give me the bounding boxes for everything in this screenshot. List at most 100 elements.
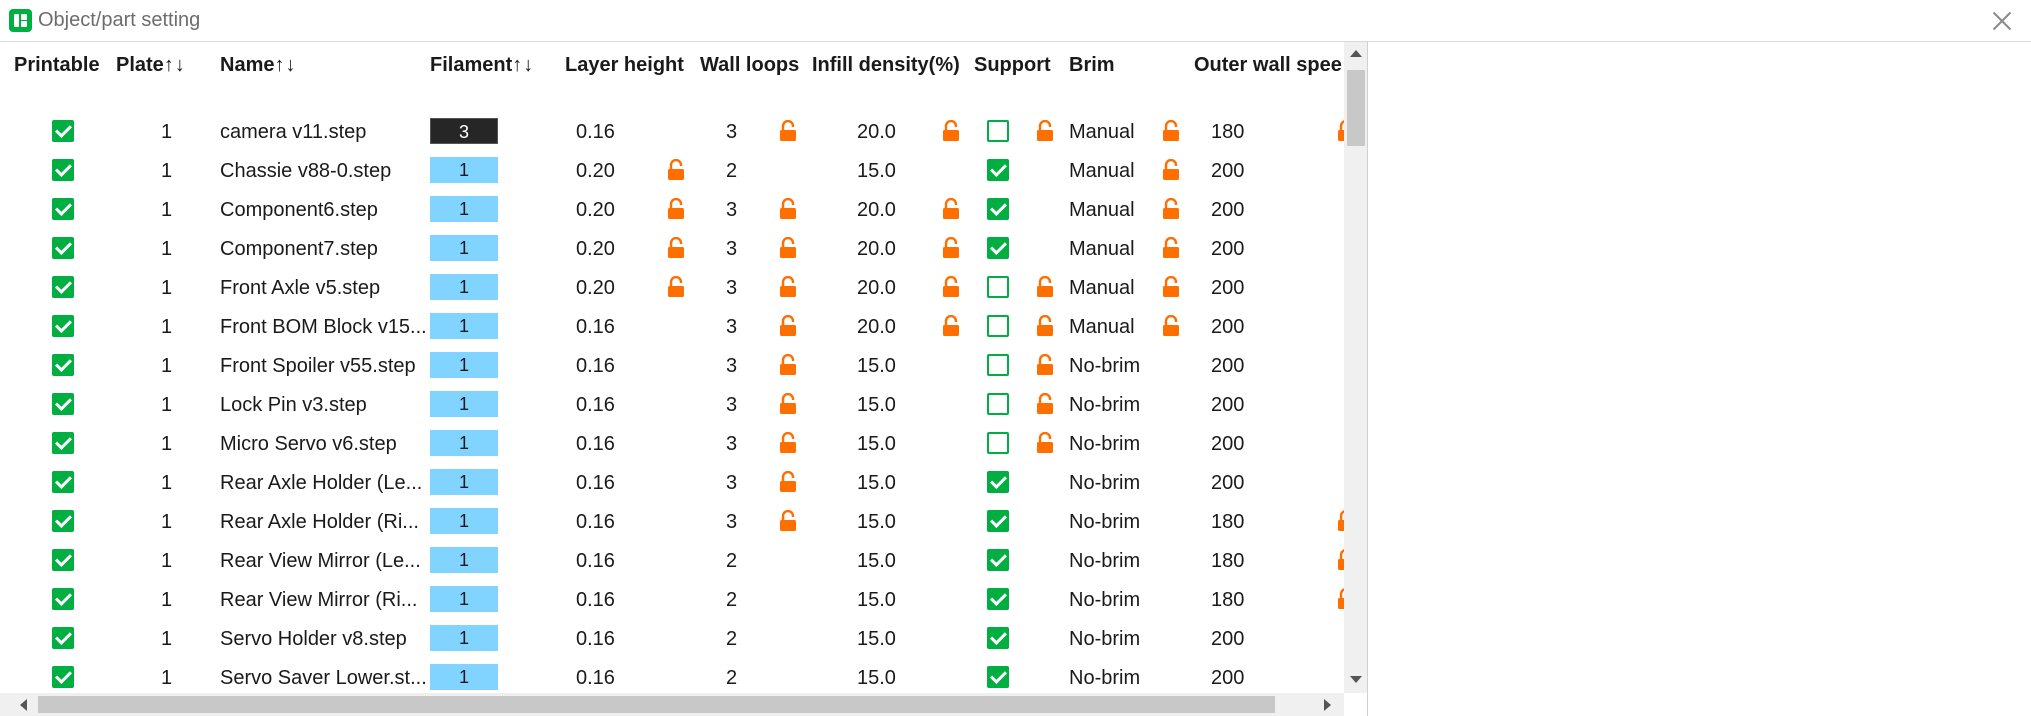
unlock-icon[interactable] [779,393,797,415]
support-checkbox[interactable] [987,471,1009,493]
filament-selector[interactable]: 1 [430,313,498,339]
support-checkbox[interactable] [987,120,1009,142]
unlock-icon[interactable] [779,510,797,532]
brim-value[interactable]: No-brim [1069,666,1140,690]
col-header-brim[interactable]: Brim [1069,54,1115,77]
unlock-icon[interactable] [942,237,960,259]
vertical-scrollbar[interactable] [1344,42,1367,693]
unlock-icon[interactable] [1036,354,1054,376]
layer-height-value[interactable]: 0.16 [576,549,615,573]
unlock-icon[interactable] [667,198,685,220]
object-name[interactable]: Micro Servo v6.step [220,432,397,456]
col-header-support[interactable]: Support [974,54,1051,77]
unlock-icon[interactable] [1162,120,1180,142]
layer-height-value[interactable]: 0.16 [576,315,615,339]
brim-value[interactable]: No-brim [1069,393,1140,417]
infill-density-value[interactable]: 15.0 [857,549,896,573]
object-name[interactable]: Servo Saver Lower.st... [220,666,427,690]
infill-density-value[interactable]: 15.0 [857,471,896,495]
support-checkbox[interactable] [987,549,1009,571]
printable-checkbox[interactable] [52,627,74,649]
brim-value[interactable]: No-brim [1069,549,1140,573]
infill-density-value[interactable]: 15.0 [857,666,896,690]
brim-value[interactable]: Manual [1069,159,1135,183]
object-name[interactable]: Servo Holder v8.step [220,627,407,651]
support-checkbox[interactable] [987,510,1009,532]
layer-height-value[interactable]: 0.16 [576,627,615,651]
unlock-icon[interactable] [942,198,960,220]
filament-selector[interactable]: 1 [430,469,498,495]
filament-selector[interactable]: 1 [430,235,498,261]
infill-density-value[interactable]: 15.0 [857,627,896,651]
unlock-icon[interactable] [1162,276,1180,298]
unlock-icon[interactable] [1337,120,1344,142]
chevron-left-icon[interactable] [20,699,27,711]
brim-value[interactable]: No-brim [1069,471,1140,495]
layer-height-value[interactable]: 0.16 [576,120,615,144]
brim-value[interactable]: Manual [1069,276,1135,300]
support-checkbox[interactable] [987,159,1009,181]
layer-height-value[interactable]: 0.20 [576,159,615,183]
object-name[interactable]: Rear View Mirror (Ri... [220,588,417,612]
unlock-icon[interactable] [779,471,797,493]
printable-checkbox[interactable] [52,276,74,298]
layer-height-value[interactable]: 0.16 [576,510,615,534]
unlock-icon[interactable] [1036,432,1054,454]
printable-checkbox[interactable] [52,588,74,610]
unlock-icon[interactable] [779,198,797,220]
filament-selector[interactable]: 1 [430,586,498,612]
outer-wall-speed-value[interactable]: 200 [1211,237,1244,261]
brim-value[interactable]: No-brim [1069,432,1140,456]
support-checkbox[interactable] [987,588,1009,610]
brim-value[interactable]: No-brim [1069,627,1140,651]
unlock-icon[interactable] [779,237,797,259]
filament-selector[interactable]: 1 [430,274,498,300]
layer-height-value[interactable]: 0.16 [576,393,615,417]
layer-height-value[interactable]: 0.16 [576,432,615,456]
support-checkbox[interactable] [987,432,1009,454]
object-name[interactable]: camera v11.step [220,120,366,144]
unlock-icon[interactable] [1162,198,1180,220]
unlock-icon[interactable] [779,120,797,142]
outer-wall-speed-value[interactable]: 180 [1211,510,1244,534]
infill-density-value[interactable]: 20.0 [857,276,896,300]
outer-wall-speed-value[interactable]: 200 [1211,159,1244,183]
filament-selector[interactable]: 1 [430,196,498,222]
support-checkbox[interactable] [987,315,1009,337]
wall-loops-value[interactable]: 3 [726,315,737,339]
brim-value[interactable]: No-brim [1069,510,1140,534]
wall-loops-value[interactable]: 3 [726,120,737,144]
layer-height-value[interactable]: 0.20 [576,276,615,300]
chevron-up-icon[interactable] [1350,50,1362,57]
outer-wall-speed-value[interactable]: 180 [1211,549,1244,573]
brim-value[interactable]: No-brim [1069,354,1140,378]
outer-wall-speed-value[interactable]: 200 [1211,393,1244,417]
support-checkbox[interactable] [987,237,1009,259]
support-checkbox[interactable] [987,666,1009,688]
sort-arrows-icon[interactable]: ↑↓ [164,54,186,76]
wall-loops-value[interactable]: 3 [726,198,737,222]
unlock-icon[interactable] [779,276,797,298]
horizontal-scrollbar[interactable] [0,693,1344,716]
filament-selector[interactable]: 3 [430,118,498,144]
unlock-icon[interactable] [1162,237,1180,259]
chevron-down-icon[interactable] [1350,676,1362,683]
outer-wall-speed-value[interactable]: 200 [1211,666,1244,690]
infill-density-value[interactable]: 15.0 [857,510,896,534]
wall-loops-value[interactable]: 2 [726,549,737,573]
outer-wall-speed-value[interactable]: 200 [1211,198,1244,222]
brim-value[interactable]: No-brim [1069,588,1140,612]
wall-loops-value[interactable]: 3 [726,354,737,378]
outer-wall-speed-value[interactable]: 180 [1211,588,1244,612]
outer-wall-speed-value[interactable]: 200 [1211,627,1244,651]
wall-loops-value[interactable]: 2 [726,627,737,651]
col-header-filament[interactable]: Filament↑↓ [430,54,534,77]
unlock-icon[interactable] [667,276,685,298]
wall-loops-value[interactable]: 2 [726,159,737,183]
filament-selector[interactable]: 1 [430,664,498,690]
printable-checkbox[interactable] [52,471,74,493]
col-header-plate[interactable]: Plate↑↓ [116,54,186,77]
support-checkbox[interactable] [987,354,1009,376]
infill-density-value[interactable]: 15.0 [857,354,896,378]
layer-height-value[interactable]: 0.16 [576,666,615,690]
